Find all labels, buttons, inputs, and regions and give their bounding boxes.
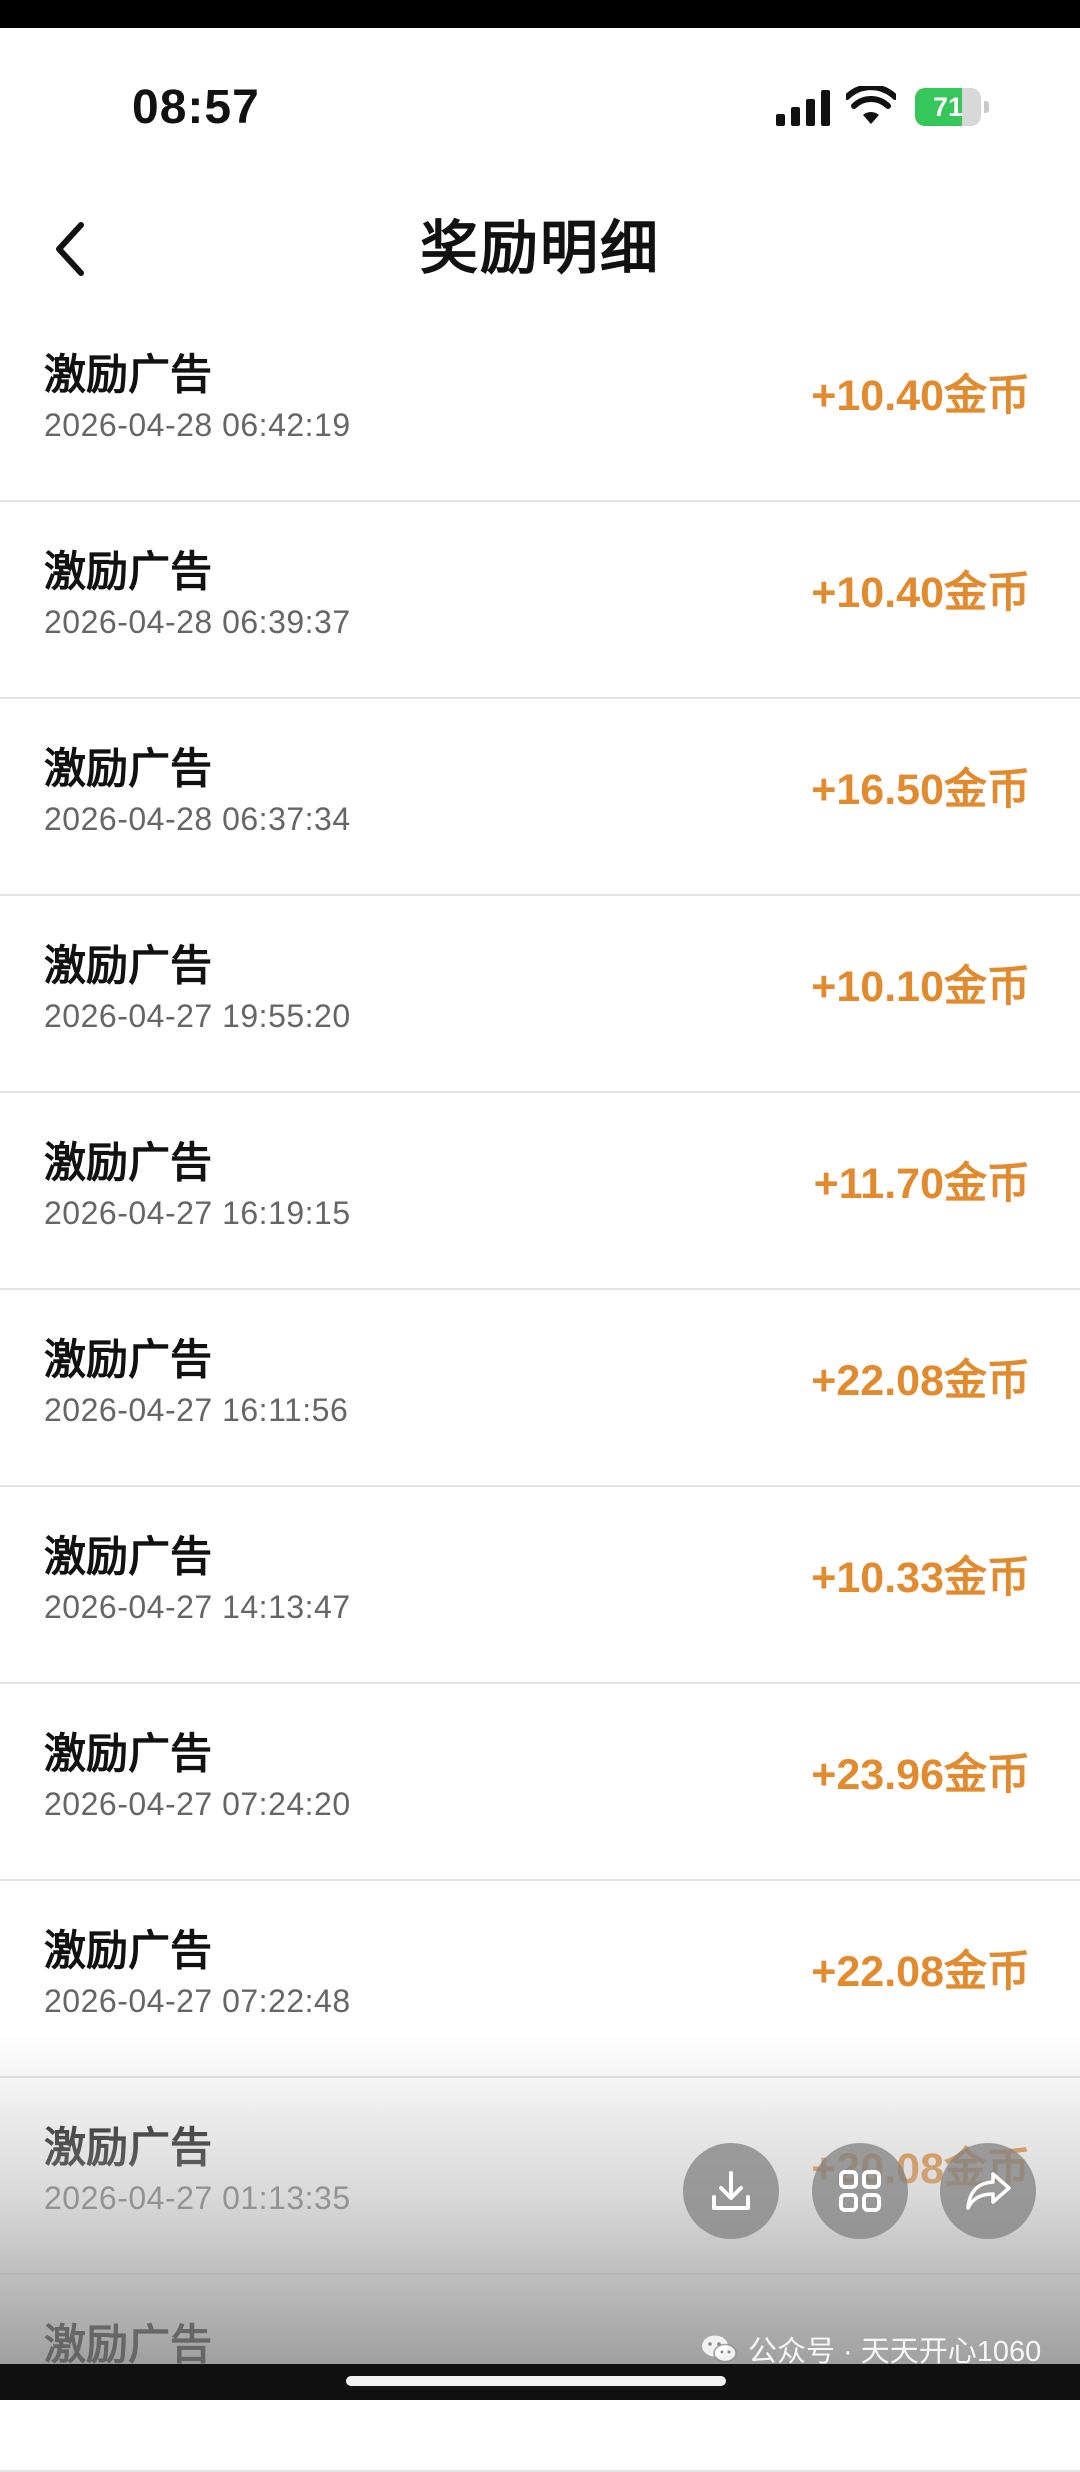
reward-time: 2026-04-28 06:37:34	[44, 801, 351, 837]
reward-amount: +10.40金币	[811, 569, 1030, 617]
reward-amount: +10.33金币	[811, 1554, 1030, 1602]
reward-time: 2026-04-27 19:55:20	[44, 998, 351, 1034]
share-icon	[966, 2172, 1011, 2210]
status-bar: 08:57 71	[0, 28, 1080, 193]
reward-amount: +10.10金币	[811, 963, 1030, 1011]
reward-title: 激励广告	[44, 1730, 213, 1777]
reward-amount: +23.96金币	[811, 1751, 1030, 1799]
battery-level: 71	[932, 92, 964, 122]
battery-cap	[984, 101, 989, 113]
reward-time: 2026-04-27 16:11:56	[44, 1392, 349, 1428]
reward-title: 激励广告	[44, 1533, 213, 1580]
back-button[interactable]	[40, 207, 100, 291]
reward-row[interactable]: 激励广告 2026-04-27 07:22:48 +22.08金币	[0, 1881, 1080, 2078]
reward-title: 激励广告	[44, 548, 213, 595]
reward-time: 2026-04-28 06:42:19	[44, 407, 351, 443]
grid-button[interactable]	[812, 2143, 908, 2239]
reward-amount: +22.08金币	[811, 1948, 1030, 1996]
navigation-bar: 奖励明细	[0, 193, 1080, 305]
reward-title: 激励广告	[44, 2321, 213, 2368]
reward-row[interactable]: 激励广告 2026-04-27 01:13:35 +20.08金币	[0, 2078, 1080, 2275]
reward-row[interactable]: 激励广告 2026-04-27 14:13:47 +10.33金币	[0, 1487, 1080, 1684]
reward-title: 激励广告	[44, 942, 213, 989]
reward-title: 激励广告	[44, 1927, 213, 1974]
reward-row[interactable]: 激励广告 2026-04-27 16:11:56 +22.08金币	[0, 1290, 1080, 1487]
reward-amount: +16.50金币	[811, 766, 1030, 814]
cellular-signal-icon	[776, 90, 830, 126]
wechat-icon	[702, 2335, 737, 2363]
battery-icon: 71	[915, 88, 989, 126]
reward-title: 激励广告	[44, 351, 213, 398]
reward-time: 2026-04-28 06:39:37	[44, 604, 351, 640]
reward-title: 激励广告	[44, 1336, 213, 1383]
reward-row[interactable]: 激励广告 2026-04-27 16:19:15 +11.70金币	[0, 1093, 1080, 1290]
status-time: 08:57	[132, 81, 260, 134]
reward-amount: +22.08金币	[811, 1357, 1030, 1405]
download-button[interactable]	[683, 2143, 779, 2239]
reward-time: 2026-04-27 07:22:48	[44, 1983, 351, 2019]
share-button[interactable]	[940, 2143, 1036, 2239]
reward-amount: +10.40金币	[811, 372, 1030, 420]
home-indicator[interactable]	[346, 2376, 726, 2386]
reward-time: 2026-04-27 16:19:15	[44, 1195, 351, 1231]
battery-body: 71	[915, 88, 981, 126]
reward-title: 激励广告	[44, 2124, 213, 2171]
wifi-icon	[846, 86, 896, 124]
page-title: 奖励明细	[419, 216, 660, 281]
reward-row[interactable]: 激励广告 2026-04-28 06:42:19 +10.40金币	[0, 305, 1080, 502]
top-screen-edge	[0, 0, 1080, 28]
reward-row[interactable]: 激励广告 2026-04-27 07:24:20 +23.96金币	[0, 1684, 1080, 1881]
reward-title: 激励广告	[44, 1139, 213, 1186]
reward-time: 2026-04-27 01:13:35	[44, 2180, 351, 2216]
reward-list: 激励广告 2026-04-28 06:42:19 +10.40金币 激励广告 2…	[0, 305, 1080, 2472]
reward-amount: +11.70金币	[813, 1160, 1030, 1208]
reward-time: 2026-04-27 07:24:20	[44, 1786, 351, 1822]
reward-time: 2026-04-27 14:13:47	[44, 1589, 351, 1625]
reward-title: 激励广告	[44, 745, 213, 792]
reward-row[interactable]: 激励广告 2026-04-28 06:39:37 +10.40金币	[0, 502, 1080, 699]
grid-icon	[839, 2170, 881, 2212]
chevron-left-icon	[56, 222, 84, 276]
download-icon	[712, 2171, 750, 2210]
reward-row[interactable]: 激励广告 2026-04-28 06:37:34 +16.50金币	[0, 699, 1080, 896]
reward-row[interactable]: 激励广告 2026-04-27 19:55:20 +10.10金币	[0, 896, 1080, 1093]
